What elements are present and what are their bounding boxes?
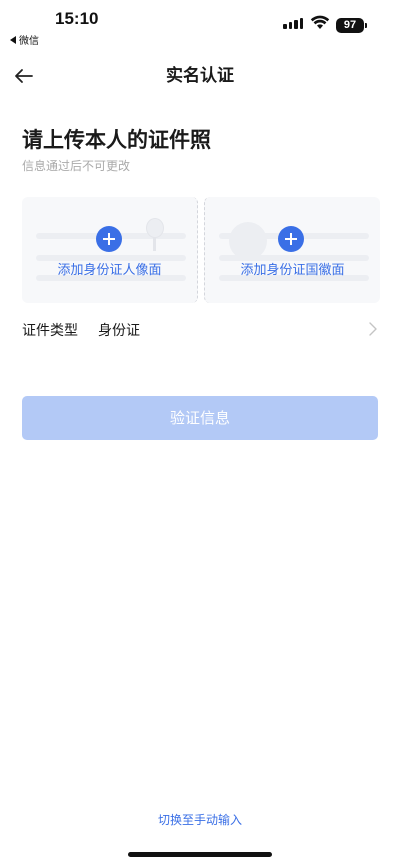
home-indicator: [128, 852, 272, 857]
status-bar: 15:10 微信 97: [0, 0, 400, 47]
upload-heading: 请上传本人的证件照: [22, 128, 211, 152]
back-triangle-icon: [10, 35, 16, 44]
switch-to-manual-input-link[interactable]: 切换至手动输入: [0, 811, 400, 828]
add-photo-icon[interactable]: [96, 226, 122, 252]
status-time: 15:10: [55, 9, 99, 28]
back-app-label: 微信: [19, 36, 39, 47]
cellular-signal-icon: [283, 18, 303, 29]
cert-type-selector[interactable]: 证件类型 身份证: [22, 318, 380, 342]
wifi-icon: [310, 15, 330, 29]
battery-icon: 97: [336, 18, 367, 33]
verify-info-button[interactable]: 验证信息: [22, 396, 378, 440]
portrait-figure-body: [153, 237, 156, 251]
add-photo-icon[interactable]: [278, 226, 304, 252]
cert-type-label: 证件类型: [22, 323, 78, 339]
upload-id-back-card[interactable]: 添加身份证国徽面: [204, 197, 380, 303]
upload-front-label: 添加身份证人像面: [57, 263, 162, 278]
national-emblem-icon: [229, 222, 267, 260]
back-to-app-link[interactable]: 微信: [10, 32, 39, 47]
chevron-right-icon: [369, 322, 377, 336]
page-title: 实名认证: [166, 66, 234, 86]
cert-type-value: 身份证: [98, 323, 140, 339]
upload-back-label: 添加身份证国徽面: [240, 263, 345, 278]
upload-subheading: 信息通过后不可更改: [22, 159, 131, 173]
upload-id-front-card[interactable]: 添加身份证人像面: [22, 197, 198, 303]
portrait-figure-icon: [146, 218, 164, 238]
